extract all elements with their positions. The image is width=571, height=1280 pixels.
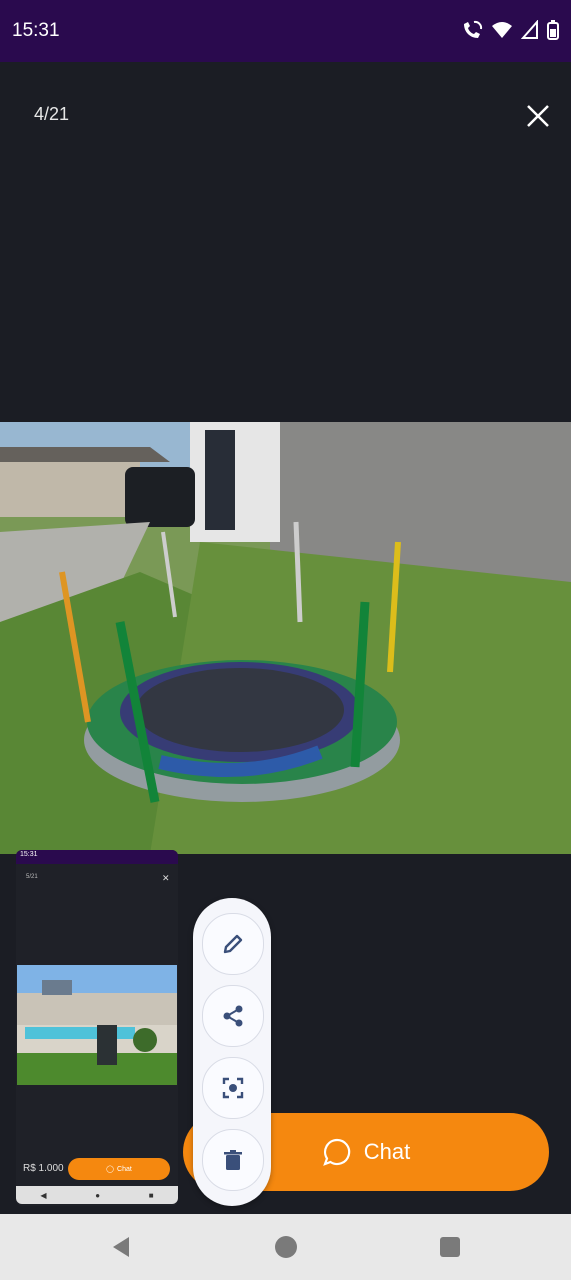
screenshot-capture-icon (222, 1077, 244, 1099)
close-button[interactable] (522, 100, 554, 132)
thumbnail-status-time: 15:31 (20, 851, 38, 858)
wifi-calling-icon (464, 20, 483, 38)
home-circle-icon (275, 1236, 297, 1258)
battery-icon (547, 20, 559, 40)
share-button[interactable] (202, 985, 264, 1047)
app-screenshot-thumbnail[interactable]: 15:31 5/21 ✕ R$ 1.000 ◯ Chat ◀ ● ■ (16, 850, 178, 1206)
recents-square-icon (440, 1237, 460, 1257)
thumbnail-chat-icon: ◯ (106, 1166, 115, 1173)
screenshot-actions-menu (193, 898, 271, 1206)
close-icon (527, 105, 549, 127)
thumbnail-counter: 5/21 (26, 874, 38, 880)
thumbnail-back-icon: ◀ (40, 1190, 47, 1200)
capture-button[interactable] (202, 1057, 264, 1119)
status-bar: 15:31 (0, 0, 571, 62)
thumbnail-recents-icon: ■ (148, 1190, 154, 1200)
status-time: 15:31 (12, 20, 60, 41)
thumbnail-home-icon: ● (95, 1190, 101, 1200)
trash-icon (224, 1150, 242, 1170)
chat-button-label: Chat (363, 1139, 411, 1164)
image-counter: 4/21 (34, 104, 70, 124)
pencil-icon (223, 934, 243, 954)
chat-bubble-icon (322, 1138, 350, 1166)
thumbnail-price: R$ 1.000 (23, 1163, 64, 1174)
system-nav-bar (0, 1214, 571, 1280)
thumbnail-close-icon: ✕ (162, 873, 170, 883)
nav-recents-button[interactable] (410, 1214, 490, 1280)
wifi-icon (492, 22, 512, 38)
thumbnail-photo (17, 965, 177, 1085)
thumbnail-chat-button: ◯ Chat (68, 1158, 170, 1180)
share-icon (223, 1005, 243, 1027)
nav-home-button[interactable] (246, 1214, 326, 1280)
listing-photo[interactable] (0, 422, 571, 854)
thumbnail-status-bar: 15:31 (16, 850, 178, 864)
back-triangle-icon (113, 1237, 129, 1257)
delete-button[interactable] (202, 1129, 264, 1191)
thumbnail-chat-label: Chat (117, 1165, 132, 1173)
trampoline-photo (0, 422, 571, 854)
status-icons (461, 20, 559, 40)
pool-photo (17, 965, 177, 1085)
edit-button[interactable] (202, 913, 264, 975)
signal-icon (521, 20, 538, 39)
thumbnail-nav-bar: ◀ ● ■ (16, 1186, 178, 1204)
nav-back-button[interactable] (82, 1214, 162, 1280)
